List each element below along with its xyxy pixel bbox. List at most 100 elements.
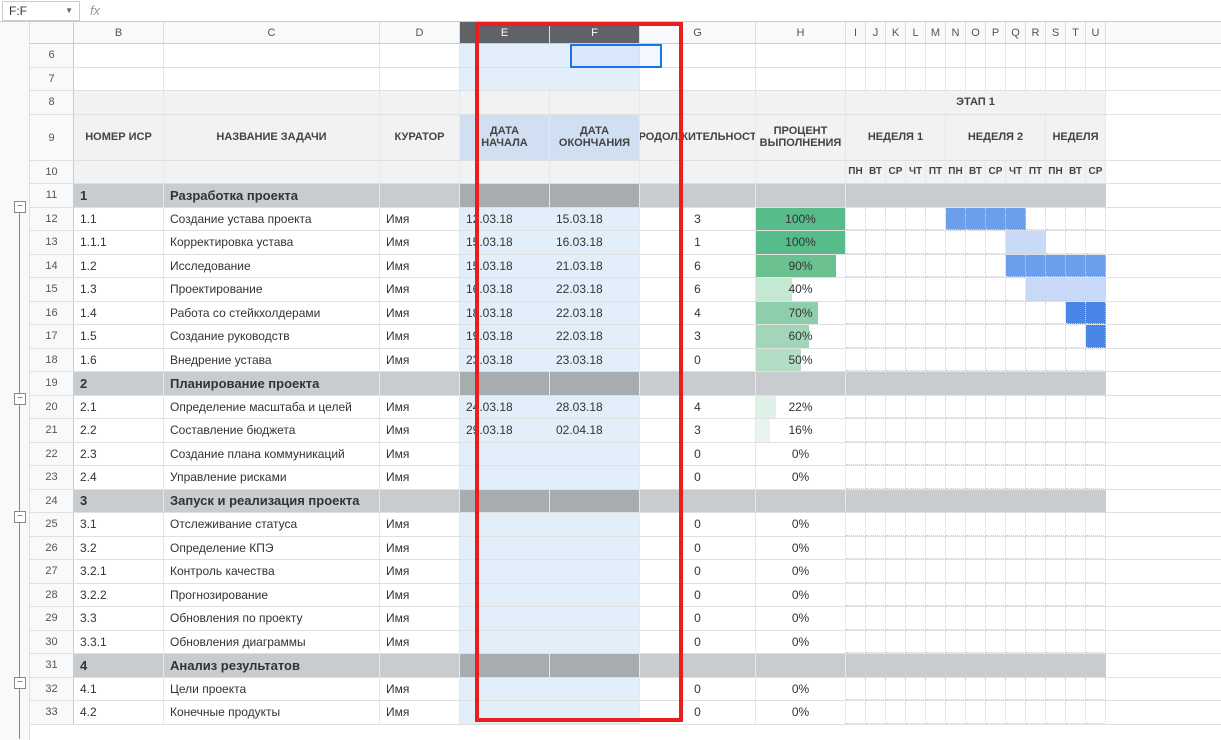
percent-cell[interactable]: 100%: [756, 208, 846, 231]
col-header-G[interactable]: G: [640, 22, 756, 43]
col-header-P[interactable]: P: [986, 22, 1006, 43]
header-cell[interactable]: КУРАТОР: [380, 115, 460, 160]
header-cell[interactable]: ПРОЦЕНТ ВЫПОЛНЕНИЯ: [756, 115, 846, 160]
day-header[interactable]: ПН: [946, 161, 966, 184]
percent-cell[interactable]: 0%: [756, 513, 846, 536]
row-header[interactable]: 30: [30, 631, 74, 654]
row-header[interactable]: 33: [30, 701, 74, 724]
percent-cell[interactable]: 0%: [756, 631, 846, 654]
outline-collapse-icon[interactable]: −: [14, 511, 26, 523]
row-header[interactable]: 11: [30, 184, 74, 207]
row-header[interactable]: 18: [30, 349, 74, 372]
percent-cell[interactable]: 0%: [756, 701, 846, 724]
day-header[interactable]: ЧТ: [906, 161, 926, 184]
day-header[interactable]: ПН: [846, 161, 866, 184]
percent-cell[interactable]: 50%: [756, 349, 846, 372]
row-header[interactable]: 25: [30, 513, 74, 536]
col-header-N[interactable]: N: [946, 22, 966, 43]
percent-cell[interactable]: 16%: [756, 419, 846, 442]
header-cell[interactable]: ДАТА ОКОНЧАНИЯ: [550, 115, 640, 160]
col-header-F[interactable]: F: [550, 22, 640, 43]
row-header[interactable]: 27: [30, 560, 74, 583]
row-header[interactable]: 23: [30, 466, 74, 489]
col-header-Q[interactable]: Q: [1006, 22, 1026, 43]
percent-cell[interactable]: 0%: [756, 466, 846, 489]
outline-collapse-icon[interactable]: −: [14, 677, 26, 689]
name-box[interactable]: F:F ▼: [2, 1, 80, 21]
day-header[interactable]: ПН: [1046, 161, 1066, 184]
header-cell[interactable]: НОМЕР ИСР: [74, 115, 164, 160]
row-header[interactable]: 26: [30, 537, 74, 560]
col-header-S[interactable]: S: [1046, 22, 1066, 43]
percent-cell[interactable]: 90%: [756, 255, 846, 278]
col-header-H[interactable]: H: [756, 22, 846, 43]
row-header[interactable]: 19: [30, 372, 74, 395]
header-cell[interactable]: ПРОДОЛЖИТЕЛЬНОСТЬ: [640, 115, 756, 160]
day-header[interactable]: ПТ: [926, 161, 946, 184]
day-header[interactable]: ВТ: [866, 161, 886, 184]
col-header-D[interactable]: D: [380, 22, 460, 43]
percent-cell[interactable]: 0%: [756, 537, 846, 560]
day-header[interactable]: СР: [1086, 161, 1106, 184]
row-header[interactable]: 24: [30, 490, 74, 513]
day-header[interactable]: ВТ: [966, 161, 986, 184]
outline-collapse-icon[interactable]: −: [14, 201, 26, 213]
row-header[interactable]: 15: [30, 278, 74, 301]
day-header[interactable]: СР: [986, 161, 1006, 184]
formula-input[interactable]: [110, 1, 1221, 21]
percent-cell[interactable]: 0%: [756, 678, 846, 701]
stage-header[interactable]: ЭТАП 1: [846, 91, 1106, 114]
col-header-L[interactable]: L: [906, 22, 926, 43]
row-header[interactable]: 6: [30, 44, 74, 67]
row-header[interactable]: 31: [30, 654, 74, 677]
name-box-dropdown-icon[interactable]: ▼: [65, 6, 73, 15]
day-header[interactable]: ПТ: [1026, 161, 1046, 184]
row-header[interactable]: 14: [30, 255, 74, 278]
col-header-O[interactable]: O: [966, 22, 986, 43]
day-header[interactable]: СР: [886, 161, 906, 184]
outline-collapse-icon[interactable]: −: [14, 393, 26, 405]
week-header[interactable]: НЕДЕЛЯ 2: [946, 115, 1046, 160]
day-header[interactable]: ЧТ: [1006, 161, 1026, 184]
percent-cell[interactable]: 0%: [756, 560, 846, 583]
col-header-U[interactable]: U: [1086, 22, 1106, 43]
row-header[interactable]: 22: [30, 443, 74, 466]
percent-cell[interactable]: 40%: [756, 278, 846, 301]
col-header-C[interactable]: C: [164, 22, 380, 43]
percent-cell[interactable]: 70%: [756, 302, 846, 325]
row-header[interactable]: 8: [30, 91, 74, 114]
row-header[interactable]: 28: [30, 584, 74, 607]
col-header-K[interactable]: K: [886, 22, 906, 43]
percent-cell[interactable]: 0%: [756, 584, 846, 607]
row-header[interactable]: 16: [30, 302, 74, 325]
percent-cell[interactable]: 100%: [756, 231, 846, 254]
week-header[interactable]: НЕДЕЛЯ 1: [846, 115, 946, 160]
col-header-E[interactable]: E: [460, 22, 550, 43]
percent-cell[interactable]: 0%: [756, 607, 846, 630]
col-header-I[interactable]: I: [846, 22, 866, 43]
col-header-T[interactable]: T: [1066, 22, 1086, 43]
col-header-M[interactable]: M: [926, 22, 946, 43]
percent-cell[interactable]: 60%: [756, 325, 846, 348]
col-header-R[interactable]: R: [1026, 22, 1046, 43]
row-header[interactable]: 9: [30, 115, 74, 160]
select-all-corner[interactable]: [30, 22, 74, 43]
row-header[interactable]: 7: [30, 68, 74, 91]
row-header[interactable]: 12: [30, 208, 74, 231]
percent-cell[interactable]: 22%: [756, 396, 846, 419]
row-header[interactable]: 21: [30, 419, 74, 442]
col-header-B[interactable]: B: [74, 22, 164, 43]
day-header[interactable]: ВТ: [1066, 161, 1086, 184]
row-header[interactable]: 13: [30, 231, 74, 254]
header-cell[interactable]: НАЗВАНИЕ ЗАДАЧИ: [164, 115, 380, 160]
row-header[interactable]: 32: [30, 678, 74, 701]
percent-cell[interactable]: 0%: [756, 443, 846, 466]
header-cell[interactable]: ДАТА НАЧАЛА: [460, 115, 550, 160]
col-header-J[interactable]: J: [866, 22, 886, 43]
row-header[interactable]: 10: [30, 161, 74, 184]
week-header[interactable]: НЕДЕЛЯ: [1046, 115, 1106, 160]
row-header[interactable]: 17: [30, 325, 74, 348]
grid[interactable]: BCDEFGHIJKLMNOPQRSTU 678 ЭТАП 1 9НОМЕР ИСР…: [30, 22, 1221, 740]
row-header[interactable]: 29: [30, 607, 74, 630]
row-header[interactable]: 20: [30, 396, 74, 419]
